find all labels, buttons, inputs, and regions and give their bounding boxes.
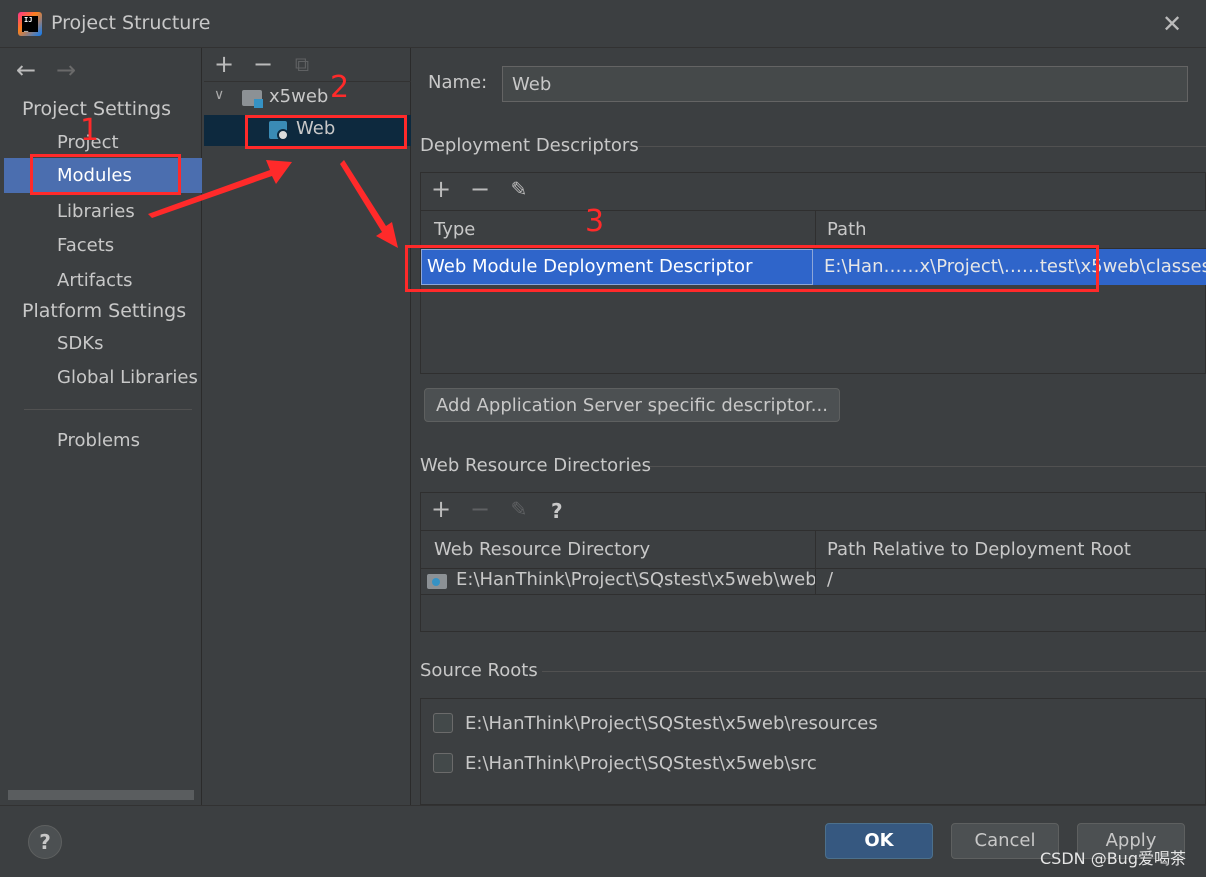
csdn-watermark: CSDN @Bug爱喝茶 bbox=[1040, 849, 1186, 868]
annotation-arrow-1 bbox=[148, 160, 292, 218]
annotation-arrow-2 bbox=[340, 160, 398, 248]
annotation-arrows bbox=[148, 160, 398, 248]
